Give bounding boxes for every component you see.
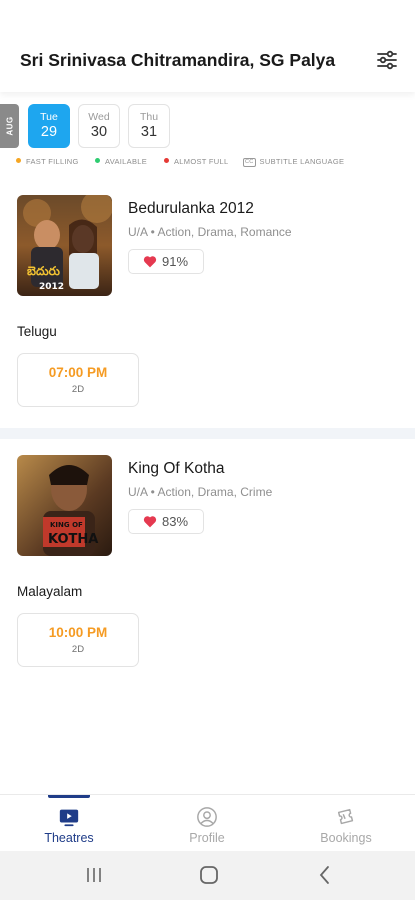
system-nav-bar [0,851,415,900]
movie-poster[interactable]: KING OF KOTHA [17,455,112,556]
svg-text:KING OF: KING OF [50,521,83,529]
movie-title[interactable]: Bedurulanka 2012 [128,200,254,218]
legend-subtitle-language: CC SUBTITLE LANGUAGE [243,157,345,167]
theatre-screen-icon [59,809,79,827]
section-divider [0,428,415,439]
month-label: AUG [0,104,19,148]
language-label: Telugu [17,324,57,339]
nav-bookings[interactable]: Bookings [277,795,415,852]
nav-profile[interactable]: Profile [138,795,276,852]
date-picker: AUG Tue 29 Wed 30 Thu 31 [0,104,415,150]
date-number: 30 [90,124,108,140]
green-dot-icon [95,158,100,163]
showtime: 10:00 PM [48,625,108,640]
orange-dot-icon [16,158,21,163]
date-number: 29 [40,124,58,140]
filter-button[interactable] [375,48,399,72]
date-day: Wed [88,111,110,123]
language-label: Malayalam [17,584,83,599]
date-chip-thu-31[interactable]: Thu 31 [128,104,170,148]
date-number: 31 [140,124,158,140]
show-format: 2D [71,384,85,395]
bottom-nav: Theatres Profile Bookings [0,794,415,851]
availability-legend: FAST FILLING AVAILABLE ALMOST FULL CC SUB… [16,157,406,169]
home-icon[interactable] [197,863,221,887]
date-day: Thu [139,111,159,123]
cc-icon: CC [243,158,256,167]
sliders-icon [377,50,397,70]
showtime-button[interactable]: 07:00 PM 2D [17,353,139,407]
rating-badge: 83% [128,509,204,534]
movie-title[interactable]: King Of Kotha [128,460,225,478]
nav-theatres[interactable]: Theatres [0,795,138,852]
svg-text:2012: 2012 [39,282,64,292]
page-title: Sri Srinivasa Chitramandira, SG Palya [20,50,336,70]
back-icon[interactable] [313,863,337,887]
tickets-icon [337,808,354,825]
heart-icon [143,256,157,268]
active-indicator [48,795,90,798]
user-circle-icon [197,807,217,827]
date-chip-wed-30[interactable]: Wed 30 [78,104,120,148]
showtime: 07:00 PM [48,365,108,380]
svg-text:KOTHA: KOTHA [48,532,98,547]
date-day: Tue [40,111,58,123]
legend-almost-full: ALMOST FULL [164,157,228,166]
movie-meta: U/A • Action, Drama, Crime [128,485,273,499]
recent-apps-icon[interactable] [82,863,106,887]
legend-available: AVAILABLE [95,157,147,166]
svg-text:బెదురు: బెదురు [27,264,60,278]
movie-poster[interactable]: బెదురు 2012 [17,195,112,296]
showtime-button[interactable]: 10:00 PM 2D [17,613,139,667]
rating-badge: 91% [128,249,204,274]
header: Sri Srinivasa Chitramandira, SG Palya [0,0,415,92]
heart-icon [143,516,157,528]
legend-fast-filling: FAST FILLING [16,157,79,166]
show-format: 2D [71,644,85,655]
movie-meta: U/A • Action, Drama, Romance [128,225,292,239]
date-chip-tue-29[interactable]: Tue 29 [28,104,70,148]
red-dot-icon [164,158,169,163]
